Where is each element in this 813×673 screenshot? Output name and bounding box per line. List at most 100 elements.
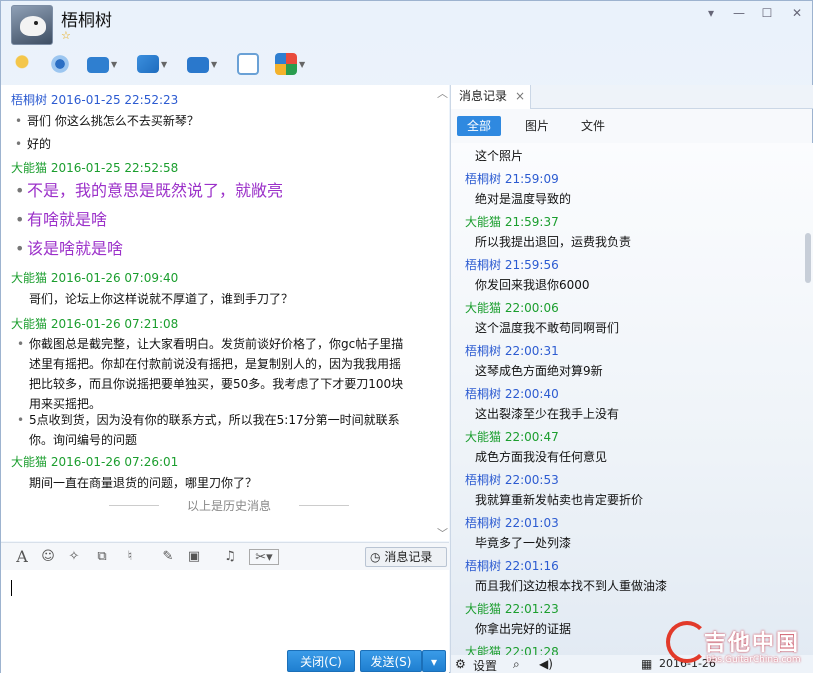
message-header: 梧桐树 2016-01-25 22:52:23 xyxy=(11,93,179,107)
message-line: 5点收到货，因为没有你的联系方式，所以我在5:17分第一时间就联系 xyxy=(17,410,400,430)
message-line: 把比较多，而且你说摇把要单独买，要50多。我考虑了下才要刀100块 xyxy=(29,377,404,391)
history-record-text: 这个照片 xyxy=(475,149,524,163)
new-message-icon xyxy=(237,53,259,75)
minimize-button[interactable]: — xyxy=(729,4,749,22)
screenshot-icon[interactable]: ⧉ xyxy=(93,549,111,565)
chat-toolbar: ▼ ▼ ▼ ▼ xyxy=(9,51,329,79)
history-filters: 全部 图片 文件 xyxy=(451,111,813,141)
contact-name[interactable]: 梧桐树 xyxy=(61,6,112,31)
history-tab-bar: 消息记录 × xyxy=(451,85,813,109)
message-line: 你。询问编号的问题 xyxy=(29,433,138,447)
history-record-text: 这出裂漆至少在我手上没有 xyxy=(475,407,620,421)
history-record-text: 这琴成色方面绝对算9新 xyxy=(475,364,603,378)
image-icon[interactable]: ▣ xyxy=(185,549,203,565)
history-record-text: 你拿出完好的证据 xyxy=(475,622,572,636)
message-line: 不是，我的意思是既然说了，就敞亮 xyxy=(15,181,283,201)
message-line: 你截图总是截完整，让大家看明白。发货前谈好价格了，你gc帖子里描 xyxy=(17,334,403,354)
history-record-text: 毕竟多了一处列漆 xyxy=(475,536,572,550)
history-record-text: 我就算重新发帖卖也肯定要折价 xyxy=(475,493,644,507)
message-line: 该是啥就是啥 xyxy=(15,239,123,259)
gear-icon[interactable]: ⚙ xyxy=(455,657,466,671)
watermark-logo: 吉他中国 bbs.GuitarChina.com xyxy=(666,621,812,671)
chat-history[interactable]: ︿ 梧桐树 2016-01-25 22:52:23 哥们 你这么挑怎么不去买新琴… xyxy=(1,85,449,541)
message-line: 有啥就是啥 xyxy=(15,210,107,230)
calendar-icon[interactable]: ▦ xyxy=(641,657,652,671)
filter-images[interactable]: 图片 xyxy=(515,116,559,136)
history-record-header: 梧桐树 22:00:40 xyxy=(465,387,559,401)
message-header: 大能猫 2016-01-25 22:52:58 xyxy=(11,161,179,175)
history-record-header: 梧桐树 22:01:16 xyxy=(465,559,559,573)
history-record-header: 梧桐树 22:01:03 xyxy=(465,516,559,530)
message-history-button[interactable]: ◷ 消息记录 xyxy=(365,547,447,567)
message-line: 期间一直在商量退货的问题，哪里刀你了？ xyxy=(29,476,258,490)
scissors-icon[interactable]: ✂▾ xyxy=(249,549,279,565)
close-tab-icon[interactable]: × xyxy=(515,89,525,103)
clock-icon: ◷ xyxy=(370,550,381,564)
chat-window: 梧桐树 ☆ ▾ — ☐ ✕ ▼ ▼ ▼ ▼ ︿ 梧桐树 2016-01-25 2… xyxy=(0,0,813,673)
remote-desktop-button[interactable]: ▼ xyxy=(187,51,221,77)
screen-share-icon xyxy=(87,57,109,73)
voice-call-button[interactable] xyxy=(11,51,45,77)
filter-all[interactable]: 全部 xyxy=(457,116,502,136)
apps-icon xyxy=(275,53,297,75)
history-record-text: 而且我们这边根本找不到人重做油漆 xyxy=(475,579,668,593)
watermark-url: bbs.GuitarChina.com xyxy=(706,655,801,665)
font-icon[interactable]: A xyxy=(13,549,31,565)
editor-toolbar: A ☺ ✧ ⧉ ♮ ✎ ▣ ♫ ✂▾ ◷ 消息记录 xyxy=(1,542,449,570)
new-message-button[interactable] xyxy=(237,51,271,77)
history-record-header: 梧桐树 21:59:56 xyxy=(465,258,559,272)
video-call-button[interactable] xyxy=(49,51,83,77)
history-list[interactable]: 这个照片梧桐树 21:59:09 绝对是温度导致的大能猫 21:59:37 所以我提… xyxy=(451,143,813,663)
speaker-icon[interactable]: ◀) xyxy=(539,657,553,671)
history-divider: 以上是历史消息 xyxy=(109,497,349,513)
send-button[interactable]: 发送(S) xyxy=(360,650,422,672)
settings-label[interactable]: 设置 xyxy=(473,657,497,673)
history-record-header: 梧桐树 21:59:09 xyxy=(465,172,559,186)
file-transfer-button[interactable]: ▼ xyxy=(137,51,171,77)
scrollbar[interactable] xyxy=(805,233,811,283)
history-record-header: 大能猫 22:00:47 xyxy=(465,430,559,444)
magic-wand-icon[interactable]: ✧ xyxy=(65,549,83,565)
star-icon: ☆ xyxy=(61,29,71,42)
history-record-text: 你发回来我退你6000 xyxy=(475,278,590,292)
voice-message-icon[interactable]: ♮ xyxy=(121,549,139,565)
search-icon[interactable]: ⌕ xyxy=(513,657,520,672)
file-transfer-icon xyxy=(137,55,159,73)
history-record-header: 梧桐树 22:00:31 xyxy=(465,344,559,358)
edit-icon[interactable]: ✎ xyxy=(159,549,177,565)
history-record-header: 大能猫 21:59:37 xyxy=(465,215,559,229)
send-options-button[interactable]: ▾ xyxy=(422,650,446,672)
microphone-icon xyxy=(11,53,33,75)
message-line: 述里有摇把。你却在付款前说没有摇把，是复制别人的，因为我我用摇 xyxy=(29,357,402,371)
close-window-button[interactable]: ✕ xyxy=(787,4,807,22)
avatar[interactable] xyxy=(11,5,53,45)
video-camera-icon xyxy=(49,53,71,75)
message-line: 哥们 你这么挑怎么不去买新琴？ xyxy=(15,111,199,131)
history-record-text: 这个温度我不敢苟同啊哥们 xyxy=(475,321,620,335)
message-line: 好的 xyxy=(15,134,51,154)
emoji-icon[interactable]: ☺ xyxy=(39,549,57,565)
screen-share-button[interactable]: ▼ xyxy=(87,51,121,77)
message-input[interactable]: 关闭(C) 发送(S) ▾ xyxy=(1,570,449,673)
history-record-text: 所以我提出退回，运费我负责 xyxy=(475,235,632,249)
music-icon[interactable]: ♫ xyxy=(221,549,239,565)
chevron-down-icon[interactable]: ﹀ xyxy=(437,525,448,541)
watermark-name: 吉他中国 xyxy=(704,631,801,656)
apps-button[interactable]: ▼ xyxy=(275,51,309,77)
history-record-text: 成色方面我没有任何意见 xyxy=(475,450,608,464)
menu-dropdown-icon[interactable]: ▾ xyxy=(701,4,721,22)
message-header: 大能猫 2016-01-26 07:26:01 xyxy=(11,455,179,469)
maximize-button[interactable]: ☐ xyxy=(757,4,777,22)
history-panel: 消息记录 × 全部 图片 文件 这个照片梧桐树 21:59:09 绝对是温度导致的… xyxy=(450,85,813,673)
remote-desktop-icon xyxy=(187,57,209,73)
guitar-logo-icon xyxy=(666,621,708,663)
filter-files[interactable]: 文件 xyxy=(571,116,615,136)
message-line: 哥们，论坛上你这样说就不厚道了，谁到手刀了？ xyxy=(29,292,294,306)
chevron-up-icon[interactable]: ︿ xyxy=(437,85,448,101)
history-record-text: 绝对是温度导致的 xyxy=(475,192,572,206)
history-record-header: 大能猫 22:01:23 xyxy=(465,602,559,616)
message-header: 大能猫 2016-01-26 07:09:40 xyxy=(11,271,179,285)
text-caret xyxy=(11,580,12,596)
message-header: 大能猫 2016-01-26 07:21:08 xyxy=(11,317,179,331)
close-button[interactable]: 关闭(C) xyxy=(287,650,355,672)
